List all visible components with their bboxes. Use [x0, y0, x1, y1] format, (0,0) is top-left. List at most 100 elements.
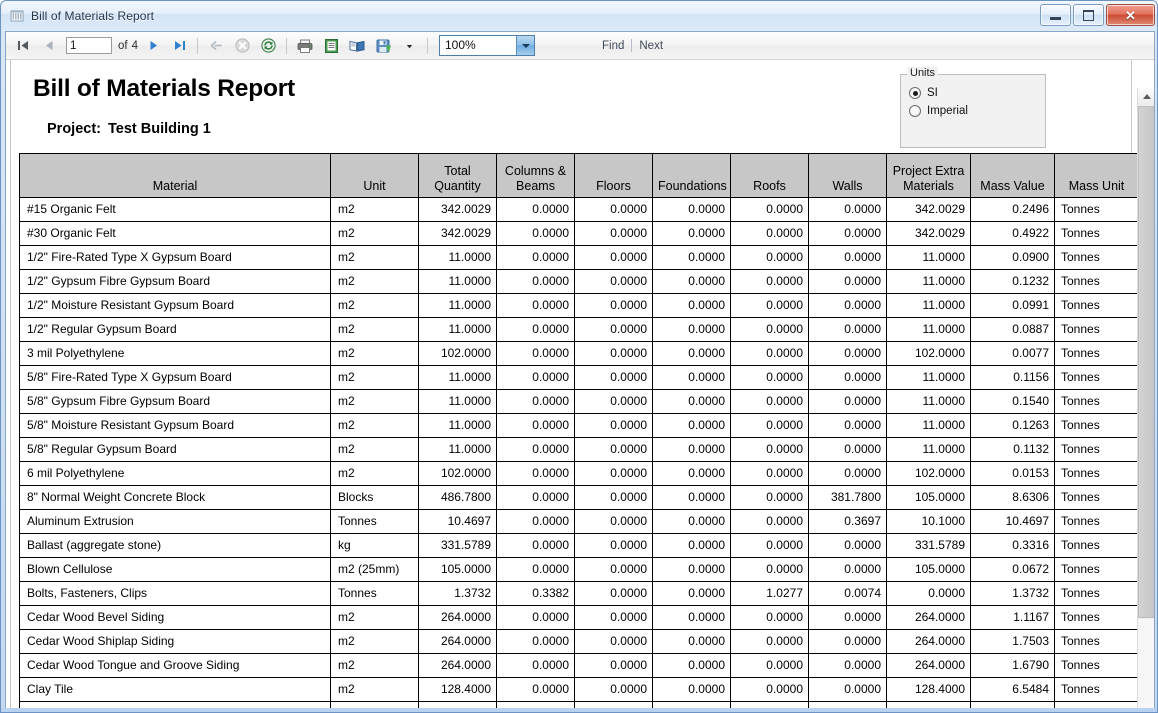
print-button[interactable]	[292, 35, 318, 57]
maximize-button[interactable]	[1073, 4, 1104, 26]
table-row[interactable]: Clay Tilem2128.40000.00000.00000.00000.0…	[20, 678, 1139, 702]
cell-material: Bolts, Fasteners, Clips	[20, 582, 331, 606]
col-header-unit[interactable]: Unit	[331, 154, 419, 198]
table-row[interactable]: Bolts, Fasteners, ClipsTonnes1.37320.338…	[20, 582, 1139, 606]
table-row[interactable]: 6 mil Polyethylenem2102.00000.00000.0000…	[20, 462, 1139, 486]
close-icon: ✕	[1125, 9, 1136, 22]
cell-mass-unit: Tonnes	[1055, 270, 1139, 294]
units-option-si[interactable]: SI	[909, 87, 1045, 99]
report-toolbar: of 4	[6, 32, 1154, 60]
stop-button[interactable]	[229, 35, 255, 57]
cell-total-quantity: 342.0029	[419, 222, 497, 246]
cell-walls: 0.0000	[809, 462, 887, 486]
table-row[interactable]: 1/2" Fire-Rated Type X Gypsum Boardm211.…	[20, 246, 1139, 270]
vertical-scrollbar[interactable]	[1137, 88, 1154, 709]
cell-unit: Tonnes	[331, 510, 419, 534]
table-row[interactable]: Blown Cellulosem2 (25mm)105.00000.00000.…	[20, 558, 1139, 582]
last-page-button[interactable]	[166, 35, 192, 57]
cell-foundations: 0.0000	[653, 198, 731, 222]
cell-mass-unit: Tonnes	[1055, 654, 1139, 678]
cell-mass-unit: Tonnes	[1055, 294, 1139, 318]
col-header-project-extra-materials[interactable]: Project ExtraMaterials	[887, 154, 971, 198]
first-page-icon	[16, 38, 31, 53]
minimize-button[interactable]	[1040, 4, 1071, 26]
cell-foundations: 0.0000	[653, 390, 731, 414]
col-header-columns-beams[interactable]: Columns &Beams	[497, 154, 575, 198]
col-header-mass-value[interactable]: Mass Value	[971, 154, 1055, 198]
table-row[interactable]: Cedar Wood Shiplap Sidingm2264.00000.000…	[20, 630, 1139, 654]
cell-mass-unit: Tonnes	[1055, 582, 1139, 606]
window-title-bar[interactable]: Bill of Materials Report ✕	[1, 1, 1158, 31]
table-row[interactable]: Ballast (aggregate stone)kg331.57890.000…	[20, 534, 1139, 558]
table-row[interactable]: 1/2" Gypsum Fibre Gypsum Boardm211.00000…	[20, 270, 1139, 294]
table-row[interactable]: 8" Normal Weight Concrete BlockBlocks486…	[20, 486, 1139, 510]
export-button[interactable]	[370, 35, 396, 57]
radio-si-icon[interactable]	[909, 87, 921, 99]
next-page-button[interactable]	[140, 35, 166, 57]
table-row[interactable]: #30 Organic Feltm2342.00290.00000.00000.…	[20, 222, 1139, 246]
col-header-total-quantity[interactable]: TotalQuantity	[419, 154, 497, 198]
cell-foundations: 0.0000	[653, 510, 731, 534]
radio-imperial-icon[interactable]	[909, 105, 921, 117]
cell-unit: m2	[331, 414, 419, 438]
table-row[interactable]: 5/8" Regular Gypsum Boardm211.00000.0000…	[20, 438, 1139, 462]
table-row[interactable]: 3 mil Polyethylenem2102.00000.00000.0000…	[20, 342, 1139, 366]
cell-foundations: 0.0000	[653, 486, 731, 510]
cell-project-extra-materials: 102.0000	[887, 462, 971, 486]
col-header-material[interactable]: Material	[20, 154, 331, 198]
last-page-icon	[172, 38, 187, 53]
cell-columns-beams: 0.0000	[497, 558, 575, 582]
cell-floors: 0.0000	[575, 390, 653, 414]
close-button[interactable]: ✕	[1106, 4, 1155, 26]
table-row[interactable]: 5/8" Fire-Rated Type X Gypsum Boardm211.…	[20, 366, 1139, 390]
report-viewer-window: Bill of Materials Report ✕	[0, 0, 1158, 713]
table-row[interactable]: 5/8" Moisture Resistant Gypsum Boardm211…	[20, 414, 1139, 438]
cell-project-extra-materials: 331.5789	[887, 534, 971, 558]
zoom-dropdown-arrow[interactable]	[516, 36, 534, 55]
refresh-button[interactable]	[255, 35, 281, 57]
page-setup-button[interactable]	[344, 35, 370, 57]
cell-total-quantity: 342.0029	[419, 198, 497, 222]
previous-page-button[interactable]	[36, 35, 62, 57]
table-row[interactable]: 5/8" Gypsum Fibre Gypsum Boardm211.00000…	[20, 390, 1139, 414]
page-number-input[interactable]	[66, 37, 112, 54]
table-row[interactable]: #15 Organic Feltm2342.00290.00000.00000.…	[20, 198, 1139, 222]
cell-columns-beams: 0.0000	[497, 606, 575, 630]
cell-mass-value: 0.0887	[971, 318, 1055, 342]
print-layout-button[interactable]	[318, 35, 344, 57]
zoom-combobox[interactable]: 100%	[439, 35, 535, 56]
scroll-track[interactable]	[1138, 619, 1154, 709]
cell-foundations: 0.0000	[653, 678, 731, 702]
back-button[interactable]	[203, 35, 229, 57]
units-option-si-label: SI	[927, 87, 938, 99]
cell-foundations: 0.0000	[653, 414, 731, 438]
export-dropdown-button[interactable]	[396, 35, 422, 57]
table-row[interactable]: Aluminum ExtrusionTonnes10.46970.00000.0…	[20, 510, 1139, 534]
col-header-walls[interactable]: Walls	[809, 154, 887, 198]
find-button[interactable]: Find	[597, 40, 629, 52]
scroll-thumb[interactable]	[1138, 106, 1154, 618]
cell-unit: kg	[331, 534, 419, 558]
cell-mass-unit: Tonnes	[1055, 318, 1139, 342]
table-row[interactable]: 1/2" Moisture Resistant Gypsum Boardm211…	[20, 294, 1139, 318]
print-icon	[296, 38, 314, 54]
units-option-imperial[interactable]: Imperial	[909, 105, 1045, 117]
col-header-foundations[interactable]: Foundations	[653, 154, 731, 198]
table-row[interactable]: Cedar Wood Bevel Sidingm2264.00000.00000…	[20, 606, 1139, 630]
first-page-button[interactable]	[10, 35, 36, 57]
col-header-floors[interactable]: Floors	[575, 154, 653, 198]
table-row[interactable]: 1/2" Regular Gypsum Boardm211.00000.0000…	[20, 318, 1139, 342]
table-row[interactable]: Cedar Wood Tongue and Groove Sidingm2264…	[20, 654, 1139, 678]
cell-material: 1/2" Regular Gypsum Board	[20, 318, 331, 342]
cell-foundations: 0.0000	[653, 438, 731, 462]
cell-mass-value: 6.5484	[971, 678, 1055, 702]
next-page-icon	[146, 38, 161, 53]
cell-material: 6 mil Polyethylene	[20, 462, 331, 486]
find-next-button[interactable]: Next	[634, 40, 668, 52]
cell-material: Blown Cellulose	[20, 558, 331, 582]
cell-unit: m2	[331, 318, 419, 342]
col-header-mass-unit[interactable]: Mass Unit	[1055, 154, 1139, 198]
scroll-up-button[interactable]	[1138, 88, 1154, 105]
col-header-roofs[interactable]: Roofs	[731, 154, 809, 198]
table-header: Material Unit TotalQuantity Columns &Bea…	[20, 154, 1139, 198]
